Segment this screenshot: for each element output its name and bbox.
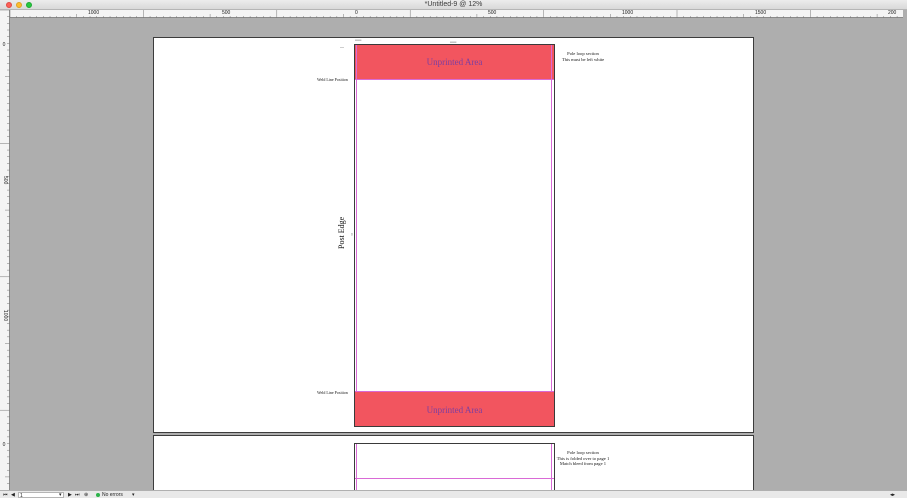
bleed-marker: — [340,44,344,49]
pole-note-line: This must be left white [561,56,605,62]
preflight-menu-chevron-icon[interactable]: ▾ [132,492,135,498]
first-page-button[interactable]: ⏮ [3,492,8,498]
status-bar: ⏮ ◀ 1 ▾ ▶ ⏭ ⊕ No errors ▾ ◂▸ [0,490,907,498]
last-page-button[interactable]: ⏭ [75,492,80,498]
preflight-errors-text[interactable]: No errors [102,492,123,498]
vertical-scrollbar[interactable] [903,18,907,490]
title-bar[interactable]: *Untitled-9 @ 12% [0,0,907,10]
pole-note-line: Match bleed from page 1 [559,461,607,467]
h-ruler-label: 1000 [88,10,100,16]
v-ruler-label: 0 [2,42,6,48]
preflight-status-icon [96,493,100,497]
page-number-value: 1 [20,493,23,498]
h-ruler-label: 1500 [755,10,767,16]
post-edge-label: Post Edge [337,216,346,249]
h-ruler-label: 200 [888,10,897,16]
post-edge-marker: ▯ [351,232,353,236]
fold-guide[interactable] [355,478,554,479]
weld-line-label-bottom: Weld Line Position [317,390,348,395]
h-ruler-label: 500 [222,10,231,16]
crop-marker: ═══ [355,38,362,42]
unprinted-area-top: Unprinted Area [355,45,554,79]
pole-loop-note: Pole loop section This must be left whit… [558,51,608,62]
page-menu-chevron-icon[interactable]: ▾ [59,492,62,498]
page-number-field[interactable]: 1 [18,492,64,498]
document-page-1[interactable]: — ═══ ═══ Unprinted Area Unprinted Area … [153,37,754,433]
bleed-guide-right[interactable] [551,45,552,426]
weld-line-top-guide[interactable] [355,79,554,80]
vertical-ruler-ticks [0,10,10,484]
h-ruler-label: 500 [488,10,497,16]
horizontal-ruler-ticks [10,10,898,18]
scroll-arrows-icon[interactable]: ◂▸ [890,492,895,498]
unprinted-area-bottom: Unprinted Area [355,392,554,426]
pole-loop-note-2: Pole loop section This is folded over to… [554,450,612,467]
h-ruler-label: 1000 [622,10,634,16]
weld-line-label-top: Weld Line Position [317,77,348,82]
v-ruler-label: 500 [2,176,8,185]
preflight-profile-icon[interactable]: ⊕ [84,492,88,498]
previous-page-button[interactable]: ◀ [11,492,15,498]
window-title: *Untitled-9 @ 12% [424,1,483,8]
application-window: *Untitled-9 @ 12% 1000 500 0 500 1000 15… [0,0,907,498]
horizontal-ruler[interactable]: 1000 500 0 500 1000 1500 200 [10,10,903,18]
document-page-2[interactable]: Pole loop section This is folded over to… [153,435,754,498]
vertical-ruler[interactable]: 0 500 1000 0 [0,10,10,490]
next-page-button[interactable]: ▶ [68,492,72,498]
banner-design-area[interactable]: Unprinted Area Unprinted Area [354,44,555,427]
v-ruler-label: 1000 [2,310,8,322]
h-ruler-label: 0 [355,10,358,16]
bleed-guide-left[interactable] [356,45,357,426]
v-ruler-label: 0 [2,442,6,448]
